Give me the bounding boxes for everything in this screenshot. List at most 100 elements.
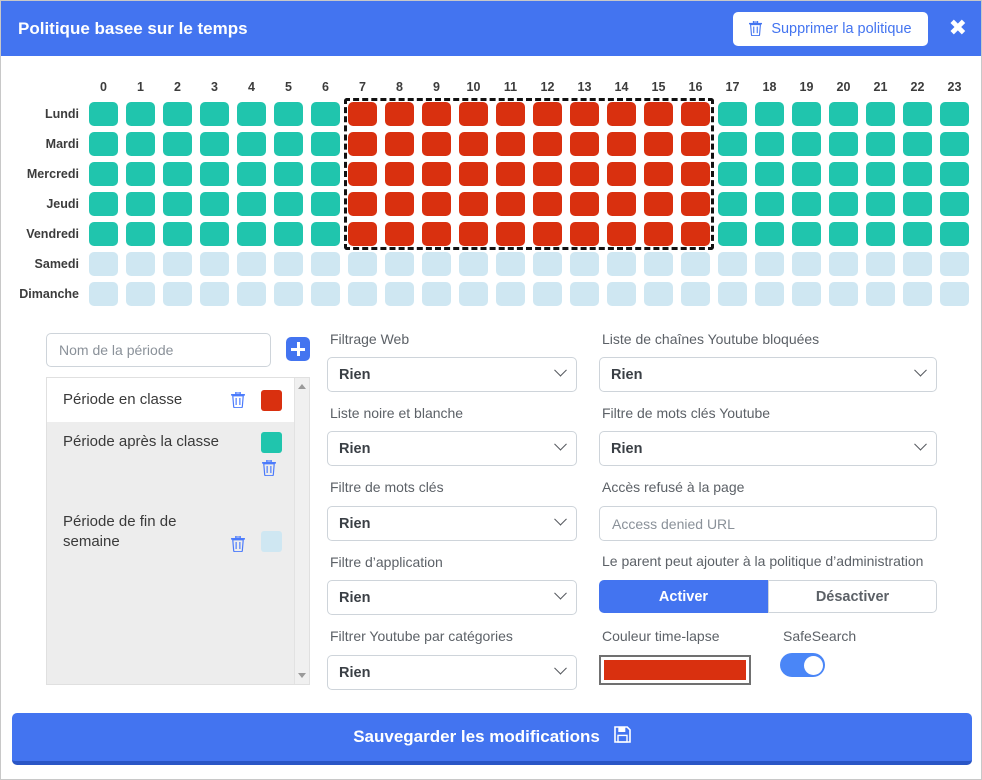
schedule-cell[interactable]	[459, 222, 488, 246]
schedule-cell[interactable]	[940, 102, 969, 126]
schedule-cell[interactable]	[163, 282, 192, 306]
schedule-cell[interactable]	[903, 282, 932, 306]
schedule-cell[interactable]	[792, 252, 821, 276]
schedule-cell[interactable]	[200, 252, 229, 276]
keyword-filter-select[interactable]: Rien	[327, 506, 577, 541]
schedule-cell[interactable]	[496, 132, 525, 156]
schedule-cell[interactable]	[348, 192, 377, 216]
save-changes-button[interactable]: Sauvegarder les modifications	[12, 713, 972, 765]
parent-policy-enable-button[interactable]: Activer	[599, 580, 768, 613]
schedule-cell[interactable]	[348, 222, 377, 246]
schedule-cell[interactable]	[274, 192, 303, 216]
schedule-cell[interactable]	[755, 162, 784, 186]
schedule-cell[interactable]	[348, 282, 377, 306]
safesearch-toggle[interactable]	[780, 653, 825, 677]
period-name-input[interactable]	[46, 333, 271, 367]
schedule-cell[interactable]	[422, 102, 451, 126]
schedule-cell[interactable]	[607, 102, 636, 126]
parent-policy-disable-button[interactable]: Désactiver	[768, 580, 937, 613]
schedule-cell[interactable]	[755, 102, 784, 126]
trash-icon[interactable]	[225, 392, 251, 408]
period-list[interactable]: Période en classe Période après la classe…	[46, 377, 310, 685]
schedule-cell[interactable]	[829, 282, 858, 306]
schedule-cell[interactable]	[237, 252, 266, 276]
schedule-cell[interactable]	[459, 132, 488, 156]
period-list-item[interactable]: Période en classe	[47, 378, 296, 422]
schedule-cell[interactable]	[718, 222, 747, 246]
schedule-cell[interactable]	[903, 132, 932, 156]
schedule-cell[interactable]	[126, 132, 155, 156]
schedule-cell[interactable]	[237, 162, 266, 186]
schedule-cell[interactable]	[866, 192, 895, 216]
schedule-cell[interactable]	[126, 102, 155, 126]
schedule-cell[interactable]	[718, 192, 747, 216]
delete-policy-button[interactable]: Supprimer la politique	[733, 11, 928, 46]
schedule-cell[interactable]	[681, 162, 710, 186]
schedule-cell[interactable]	[274, 282, 303, 306]
schedule-cell[interactable]	[718, 132, 747, 156]
period-item-color[interactable]	[261, 389, 282, 411]
schedule-cell[interactable]	[274, 162, 303, 186]
schedule-cell[interactable]	[533, 132, 562, 156]
schedule-cell[interactable]	[718, 102, 747, 126]
schedule-cell[interactable]	[718, 252, 747, 276]
schedule-cell[interactable]	[792, 162, 821, 186]
schedule-cell[interactable]	[718, 282, 747, 306]
schedule-cell[interactable]	[422, 252, 451, 276]
schedule-cell[interactable]	[829, 102, 858, 126]
schedule-cell[interactable]	[348, 132, 377, 156]
schedule-cell[interactable]	[459, 192, 488, 216]
schedule-cell[interactable]	[200, 102, 229, 126]
trash-icon[interactable]	[256, 460, 282, 476]
schedule-cell[interactable]	[681, 102, 710, 126]
schedule-cell[interactable]	[792, 132, 821, 156]
period-item-color[interactable]	[261, 531, 282, 552]
scroll-down-icon[interactable]	[298, 673, 306, 678]
schedule-cell[interactable]	[644, 282, 673, 306]
schedule-cell[interactable]	[311, 282, 340, 306]
period-list-item[interactable]: Période après la classe	[47, 422, 296, 492]
schedule-cell[interactable]	[755, 222, 784, 246]
schedule-cell[interactable]	[385, 282, 414, 306]
schedule-cell[interactable]	[940, 132, 969, 156]
schedule-cell[interactable]	[422, 192, 451, 216]
schedule-cell[interactable]	[829, 192, 858, 216]
schedule-cell[interactable]	[126, 282, 155, 306]
schedule-cell[interactable]	[792, 222, 821, 246]
schedule-cell[interactable]	[755, 132, 784, 156]
schedule-cell[interactable]	[607, 162, 636, 186]
schedule-cell[interactable]	[496, 162, 525, 186]
schedule-cell[interactable]	[792, 282, 821, 306]
schedule-cell[interactable]	[311, 132, 340, 156]
schedule-cell[interactable]	[311, 222, 340, 246]
schedule-cell[interactable]	[311, 162, 340, 186]
schedule-cell[interactable]	[940, 282, 969, 306]
schedule-cell[interactable]	[126, 192, 155, 216]
schedule-cell[interactable]	[829, 252, 858, 276]
schedule-cell[interactable]	[644, 252, 673, 276]
schedule-cell[interactable]	[866, 102, 895, 126]
schedule-cell[interactable]	[459, 162, 488, 186]
schedule-cell[interactable]	[163, 252, 192, 276]
schedule-cell[interactable]	[89, 162, 118, 186]
schedule-cell[interactable]	[903, 162, 932, 186]
denied-page-input[interactable]	[599, 506, 937, 541]
schedule-cell[interactable]	[274, 222, 303, 246]
schedule-cell[interactable]	[903, 192, 932, 216]
schedule-cell[interactable]	[200, 282, 229, 306]
schedule-cell[interactable]	[681, 282, 710, 306]
schedule-cell[interactable]	[607, 132, 636, 156]
schedule-cell[interactable]	[237, 222, 266, 246]
schedule-cell[interactable]	[903, 102, 932, 126]
youtube-keywords-select[interactable]: Rien	[599, 431, 937, 466]
schedule-cell[interactable]	[570, 252, 599, 276]
schedule-cell[interactable]	[570, 192, 599, 216]
trash-icon[interactable]	[225, 536, 251, 552]
schedule-cell[interactable]	[940, 192, 969, 216]
schedule-cell[interactable]	[533, 282, 562, 306]
schedule-cell[interactable]	[89, 252, 118, 276]
schedule-cell[interactable]	[644, 192, 673, 216]
schedule-cell[interactable]	[348, 102, 377, 126]
close-icon[interactable]: ✖	[949, 17, 967, 40]
schedule-cell[interactable]	[274, 132, 303, 156]
